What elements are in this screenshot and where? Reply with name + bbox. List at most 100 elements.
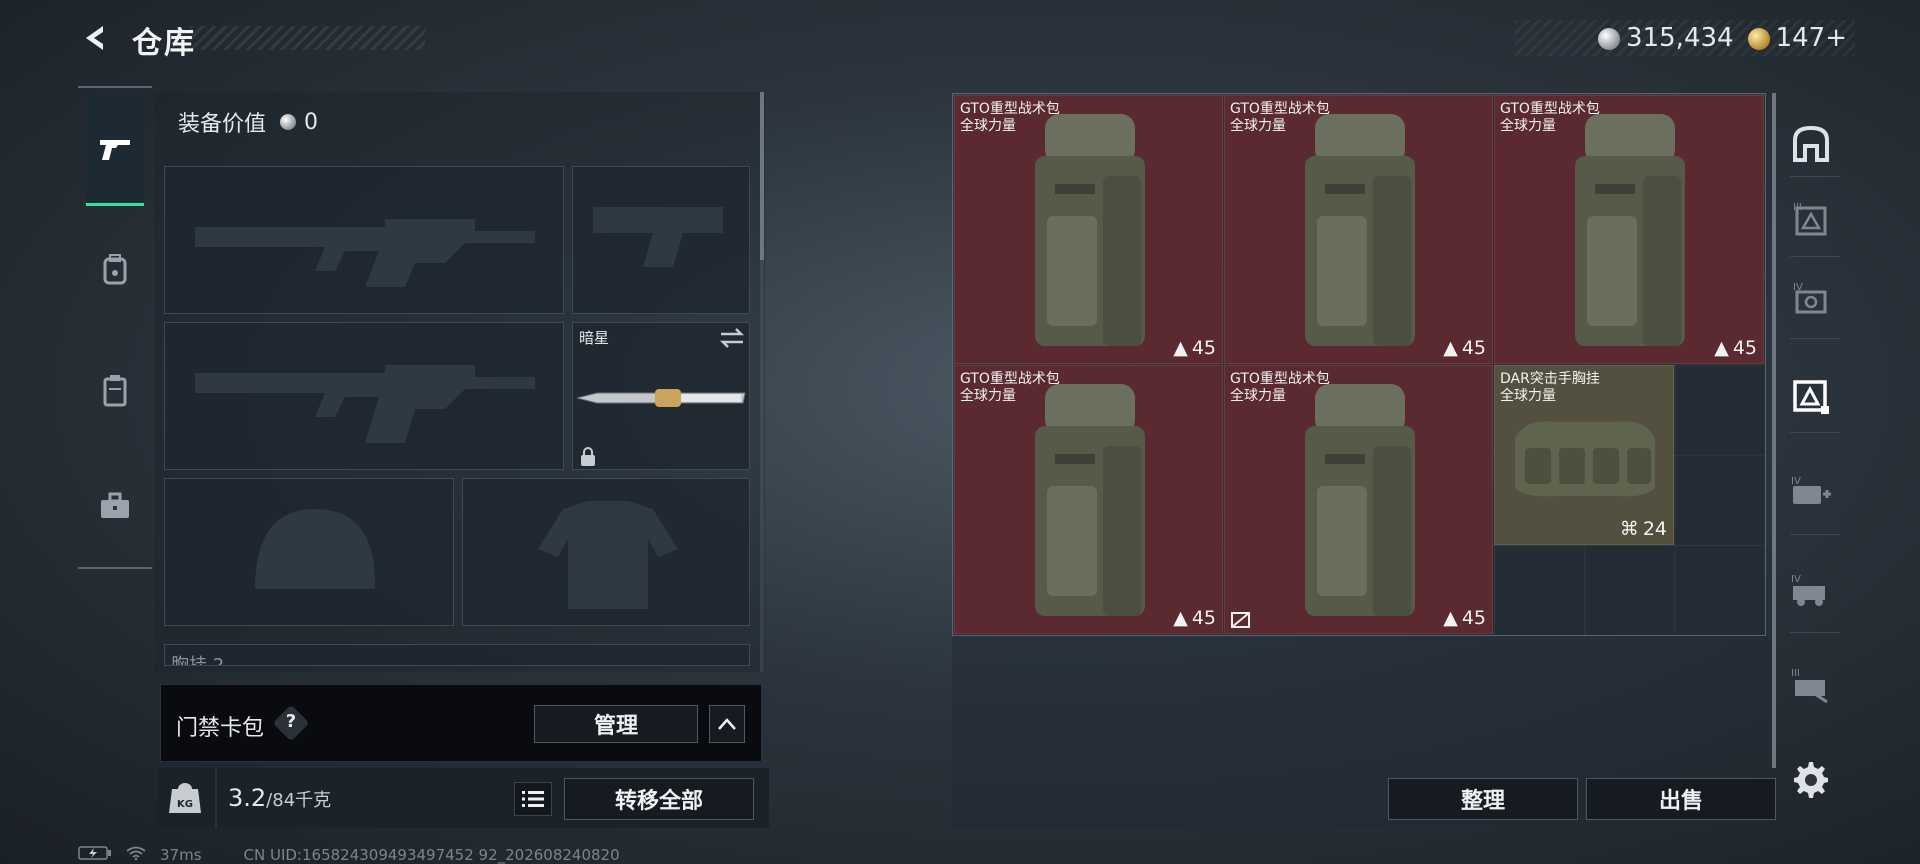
vest-icon — [103, 375, 127, 407]
inventory-item[interactable]: GTO重型战术包 全球力量 ▲ 45 — [954, 365, 1223, 634]
silver-coin-icon — [280, 114, 297, 130]
currency-bar: 315,434 147+ — [1515, 20, 1855, 56]
weight-max: /84千克 — [266, 790, 332, 811]
equip-value: 装备价值 0 — [178, 106, 318, 138]
sidearm-slot[interactable] — [572, 166, 750, 314]
selected-container-icon — [1793, 380, 1829, 414]
chevron-up-icon — [718, 718, 736, 730]
tab-divider — [1790, 432, 1840, 433]
dagger-icon — [577, 389, 746, 407]
primary-weapon-slot[interactable] — [164, 166, 564, 314]
status-row: 37ms CN UID:165824309493497452 92_202608… — [78, 846, 620, 864]
tabs-divider-bottom — [78, 567, 152, 569]
tab-vest[interactable] — [86, 334, 144, 446]
manage-button[interactable]: 管理 — [534, 705, 698, 743]
chest-rig-slot[interactable]: 胸挂 2 — [164, 644, 750, 666]
item-badge: ▲ 45 — [1443, 337, 1486, 359]
tab-safe-box[interactable] — [1782, 104, 1840, 184]
backpack-small-icon: ▲ — [1173, 607, 1188, 629]
svg-text:III: III — [1791, 668, 1800, 679]
inventory-item[interactable]: GTO重型战术包 全球力量 ▲ 45 — [1224, 365, 1493, 634]
inventory-item[interactable]: GTO重型战术包 全球力量 ▲ 45 — [954, 95, 1223, 364]
item-badge: ▲ 45 — [1173, 607, 1216, 629]
tab-tier4-camera[interactable]: IV — [1782, 258, 1840, 338]
inventory-item[interactable]: GTO重型战术包 全球力量 ▲ 45 — [1494, 95, 1764, 364]
tab-backpack[interactable] — [86, 214, 144, 326]
item-name: GTO重型战术包 全球力量 — [960, 101, 1060, 134]
expand-button[interactable] — [709, 705, 745, 743]
rifle-silhouette-icon — [195, 219, 535, 287]
item-badge: ▲ 45 — [1173, 337, 1216, 359]
vest-small-icon: ⌘ — [1619, 518, 1639, 540]
secondary-weapon-slot[interactable] — [164, 322, 564, 470]
tab-selected-container[interactable] — [1782, 356, 1840, 436]
list-view-button[interactable] — [514, 782, 552, 816]
tab-tier4-medkit[interactable]: IV — [1782, 452, 1840, 532]
sell-button[interactable]: 出售 — [1586, 778, 1776, 820]
backpack-small-icon: ▲ — [1443, 337, 1458, 359]
tab-divider — [1790, 534, 1840, 535]
equip-value-amount: 0 — [304, 109, 319, 135]
tabs-divider-top — [78, 86, 152, 88]
tier3-tool-icon: III — [1791, 668, 1828, 704]
silver-amount: 315,434 — [1626, 23, 1734, 53]
tab-divider — [1790, 256, 1840, 257]
backpack-image-icon — [1035, 384, 1145, 616]
silver-currency: 315,434 — [1598, 23, 1734, 53]
weight-current: 3.2 — [228, 784, 267, 812]
pistol-silhouette-icon — [593, 207, 723, 267]
backpack-small-icon: ▲ — [1443, 607, 1458, 629]
loadout-scrollbar[interactable] — [760, 92, 764, 260]
inventory-item[interactable]: DAR突击手胸挂 全球力量 ⌘ 24 — [1494, 365, 1674, 545]
tab-tier3-tool[interactable]: III — [1782, 644, 1840, 724]
inventory-item[interactable]: GTO重型战术包 全球力量 ▲ 45 — [1224, 95, 1493, 364]
swap-icon[interactable] — [719, 327, 745, 349]
tab-divider — [1790, 632, 1840, 633]
tab-case[interactable] — [86, 450, 144, 562]
gold-currency[interactable]: 147+ — [1747, 23, 1847, 53]
armor-slot[interactable] — [462, 478, 750, 626]
inventory-scrollbar[interactable] — [1772, 93, 1776, 768]
equip-value-label: 装备价值 — [178, 112, 267, 137]
backpack-image-icon — [1035, 114, 1145, 346]
item-badge: ⌘ 24 — [1619, 518, 1667, 540]
helmet-slot[interactable] — [164, 478, 454, 626]
help-icon[interactable]: ? — [278, 708, 304, 734]
page-title: 仓库 — [132, 26, 196, 61]
backpack-small-icon: ▲ — [1173, 337, 1188, 359]
tab-tier3-container[interactable]: III — [1782, 178, 1840, 258]
back-button[interactable] — [78, 20, 114, 56]
gun-icon — [100, 139, 130, 160]
ping-text: 37ms — [160, 846, 202, 864]
tidy-button[interactable]: 整理 — [1388, 778, 1578, 820]
item-name: GTO重型战术包 全球力量 — [960, 371, 1060, 404]
silver-coin-icon — [1598, 27, 1621, 50]
access-card-label: 门禁卡包 — [176, 716, 265, 741]
tier4-vehicle-icon: IV — [1791, 574, 1825, 606]
melee-slot-label: 暗星 — [579, 329, 610, 347]
weight-kg-icon: KG — [169, 783, 201, 813]
wifi-icon — [126, 846, 146, 864]
backpack-small-icon: ▲ — [1714, 337, 1729, 359]
item-name: GTO重型战术包 全球力量 — [1230, 101, 1330, 134]
gold-amount: 147+ — [1775, 23, 1847, 53]
transfer-all-button[interactable]: 转移全部 — [564, 778, 754, 820]
item-name: GTO重型战术包 全球力量 — [1500, 101, 1600, 134]
battery-icon — [78, 846, 112, 864]
settings-gear-icon[interactable] — [1790, 760, 1828, 798]
list-icon — [522, 791, 544, 807]
armor-silhouette-icon — [538, 501, 678, 609]
tab-weapons[interactable] — [86, 94, 144, 206]
lock-icon — [581, 447, 595, 466]
helmet-silhouette-icon — [255, 509, 376, 589]
chest-rig-label: 胸挂 2 — [171, 655, 225, 666]
item-name: DAR突击手胸挂 全球力量 — [1500, 371, 1600, 404]
tier3-container-icon: III — [1793, 202, 1827, 236]
svg-text:KG: KG — [177, 799, 193, 810]
melee-slot[interactable]: 暗星 — [572, 322, 750, 470]
weight-readout: 3.2/84千克 — [228, 784, 331, 812]
tab-tier4-vehicle[interactable]: IV — [1782, 550, 1840, 630]
safe-box-icon — [1793, 125, 1829, 162]
rifle-silhouette-icon — [195, 365, 535, 443]
item-badge: ▲ 45 — [1714, 337, 1757, 359]
